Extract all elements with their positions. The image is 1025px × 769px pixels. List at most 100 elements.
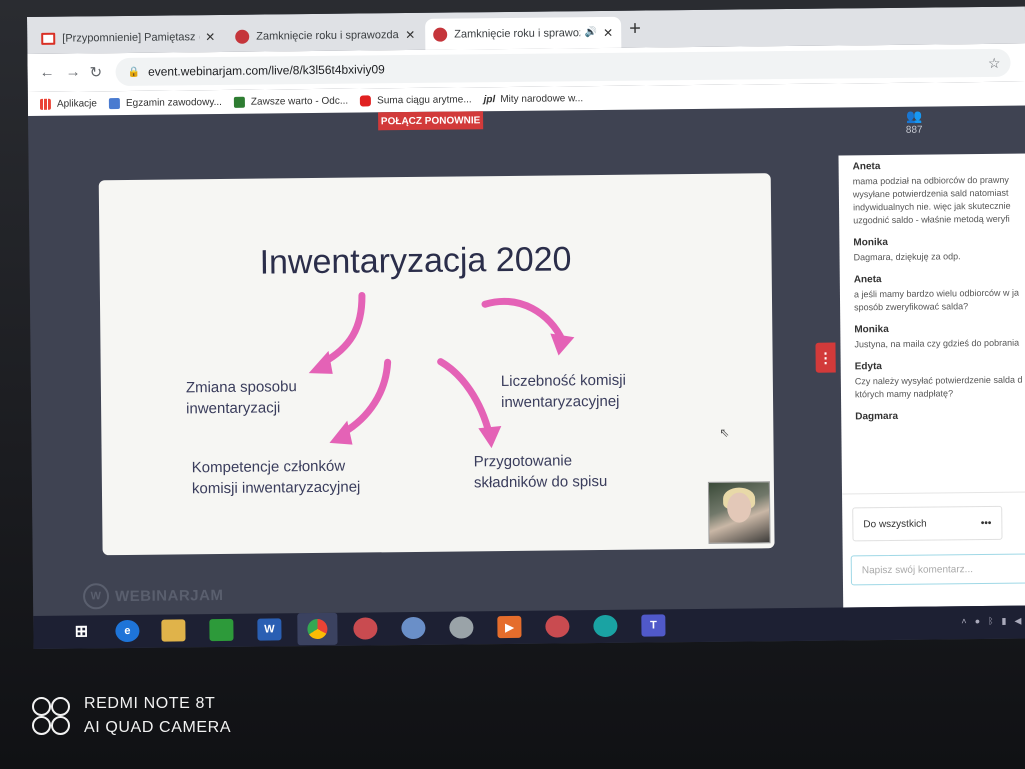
tab-title: Zamknięcie roku i sprawozdanie	[256, 28, 400, 43]
bookmark-egzamin[interactable]: Egzamin zawodowy...	[108, 96, 222, 109]
message-author: Monika	[854, 323, 889, 336]
slide-item-liczebnosc: Liczebność komisji inwentaryzacyjnej	[501, 370, 626, 413]
message-text: Dagmara, dziękuję za odp.	[853, 251, 961, 263]
chat-panel: Aneta mama podział na odbiorców do prawn…	[838, 153, 1025, 608]
chat-message: Monika Justyna, na maila czy gdzieś do p…	[840, 316, 1025, 355]
item-line: Przygotowanie	[473, 452, 573, 471]
edge-new-icon[interactable]	[593, 614, 618, 638]
bookmark-zawsze-warto[interactable]: Zawsze warto - Odc...	[233, 95, 349, 108]
chat-toggle-button[interactable]: ⋮	[815, 342, 836, 373]
bluetooth-icon[interactable]: ᛒ	[988, 616, 994, 627]
bookmark-label: Zawsze warto - Odc...	[250, 95, 349, 108]
forward-icon[interactable]: →	[65, 63, 80, 80]
presenter-video[interactable]	[707, 481, 771, 544]
bookmark-suma[interactable]: Suma ciągu arytme...	[360, 94, 472, 107]
arrowhead-4	[478, 426, 502, 449]
message-text: mama podział na odbiorców do prawny wysy…	[852, 174, 1011, 226]
tab-title: [Przypomnienie] Pamiętasz o zb	[62, 30, 199, 45]
chat-message: Aneta mama podział na odbiorców do prawn…	[838, 153, 1025, 231]
tab-webinar-1[interactable]: Zamknięcie roku i sprawozdanie ✕	[227, 19, 423, 52]
bookmark-apps[interactable]: Aplikacje	[39, 98, 97, 110]
arrow-2	[481, 297, 566, 344]
tab-gmail[interactable]: [Przypomnienie] Pamiętasz o zb ✕	[33, 21, 223, 54]
gmail-icon	[41, 32, 56, 45]
chat-message: Dagmara	[841, 403, 1025, 429]
attendee-counter: 👥 887	[900, 109, 928, 136]
youtube-icon	[360, 94, 372, 107]
item-line: inwentaryzacji	[186, 399, 281, 418]
slide-item-zmiana: Zmiana sposobu inwentaryzacji	[186, 376, 297, 419]
teams-icon[interactable]: T	[641, 614, 666, 637]
item-line: komisji inwentaryzacyjnej	[191, 478, 361, 498]
more-options-icon[interactable]: •••	[981, 517, 992, 528]
close-icon[interactable]: ✕	[603, 25, 613, 39]
arrowhead-2	[550, 333, 575, 356]
close-icon[interactable]: ✕	[205, 30, 215, 44]
reload-icon[interactable]: ↻	[89, 63, 102, 81]
audience-select[interactable]: Do wszystkich •••	[852, 505, 1003, 542]
logo-text: WEBINARJAM	[114, 586, 224, 605]
address-bar[interactable]: 🔒 event.webinarjam.com/live/8/k3l56t4bxi…	[115, 48, 1011, 87]
watermark-line-2: AI QUAD CAMERA	[84, 719, 232, 736]
start-icon[interactable]: ⊞	[69, 620, 93, 642]
comment-input[interactable]: Napisz swój komentarz...	[850, 553, 1025, 586]
new-tab-button[interactable]: +	[629, 18, 641, 41]
camera-watermark: REDMI NOTE 8T AI QUAD CAMERA	[32, 692, 231, 740]
back-icon[interactable]: ←	[39, 64, 54, 81]
item-line: składników do spisu	[473, 472, 608, 492]
video-icon[interactable]: ▶	[497, 615, 522, 639]
attendee-count: 887	[905, 124, 923, 136]
url-text: event.webinarjam.com/live/8/k3l56t4bxivi…	[147, 62, 385, 79]
document-icon	[108, 97, 120, 109]
webinar-page: POŁĄCZ PONOWNIE 👥 887 Inwentaryzacja 202…	[28, 105, 1025, 616]
arrow-3	[339, 358, 392, 437]
bookmark-star-icon[interactable]: ☆	[988, 54, 1001, 71]
presentation-slide: Inwentaryzacja 2020 Zmiana sposobu inwen…	[98, 173, 775, 556]
bookmark-label: Egzamin zawodowy...	[125, 96, 222, 109]
close-icon[interactable]: ✕	[405, 27, 415, 41]
chat-message: Edyta Czy należy wysyłać potwierdzenie s…	[841, 353, 1025, 405]
gt-app-icon[interactable]	[401, 616, 426, 640]
lock-icon: 🔒	[127, 66, 141, 78]
tab-webinar-active[interactable]: Zamknięcie roku i sprawozda 🔊 ✕	[425, 16, 622, 50]
arrowhead-3	[329, 420, 353, 445]
gt-app-icon[interactable]	[449, 616, 474, 639]
gt-app-icon[interactable]	[353, 617, 378, 640]
item-line: inwentaryzacyjnej	[500, 392, 620, 412]
arrow-4	[437, 358, 493, 438]
bookmark-label: Mity narodowe w...	[500, 92, 584, 105]
system-tray: ˄ ● ᛒ ▮ ◀	[961, 616, 1021, 628]
chat-messages[interactable]: Aneta mama podział na odbiorców do prawn…	[838, 153, 1025, 493]
speaker-icon[interactable]: 🔊	[585, 27, 598, 38]
edge-icon[interactable]: e	[115, 619, 140, 643]
arrowhead-1	[308, 350, 333, 374]
mouse-cursor-icon: ⇖	[719, 425, 730, 440]
bookmark-mity[interactable]: jpl Mity narodowe w...	[484, 93, 584, 105]
tab-title: Zamknięcie roku i sprawozda	[454, 26, 581, 41]
item-line: Zmiana sposobu	[185, 378, 297, 397]
message-author: Aneta	[853, 274, 882, 286]
apps-grid-icon	[39, 98, 51, 110]
chevron-up-icon[interactable]: ˄	[961, 616, 966, 627]
presenter-face	[727, 492, 752, 523]
chrome-icon[interactable]	[297, 612, 338, 646]
volume-icon[interactable]: ◀	[1014, 616, 1021, 627]
word-icon[interactable]: W	[257, 618, 282, 641]
message-text: Justyna, na maila czy gdzieś do pobrania	[854, 337, 1020, 350]
gt-app-icon[interactable]	[545, 615, 570, 638]
message-author: Aneta	[852, 161, 881, 173]
battery-icon[interactable]: ▮	[1001, 616, 1006, 627]
message-author: Dagmara	[855, 410, 899, 423]
camera-rings-icon	[32, 697, 70, 735]
file-explorer-icon[interactable]	[161, 619, 186, 642]
screen: [Przypomnienie] Pamiętasz o zb ✕ Zamknię…	[27, 6, 1025, 649]
slide-item-kompetencje: Kompetencje członków komisji inwentaryza…	[192, 456, 361, 500]
store-icon[interactable]	[209, 618, 234, 642]
webinar-icon	[433, 27, 448, 42]
tray-icon[interactable]: ●	[975, 616, 981, 627]
reconnect-button[interactable]: POŁĄCZ PONOWNIE	[378, 111, 484, 131]
webinarjam-logo-icon: W	[82, 583, 110, 610]
webinarjam-logo: W WEBINARJAM	[82, 582, 224, 610]
item-line: Kompetencje członków	[191, 457, 346, 477]
audience-select-value: Do wszystkich	[863, 518, 927, 530]
